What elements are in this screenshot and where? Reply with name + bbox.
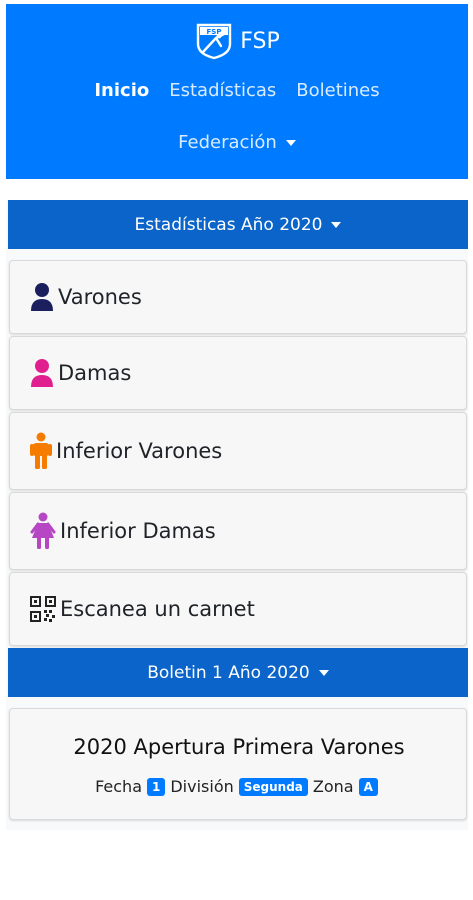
division-label: División bbox=[170, 777, 234, 796]
caret-down-icon bbox=[318, 669, 329, 676]
nav-link-boletines[interactable]: Boletines bbox=[296, 80, 379, 101]
fecha-badge: 1 bbox=[147, 777, 166, 796]
list-item-varones[interactable]: Varones bbox=[9, 260, 467, 334]
boletin-dropdown-label: Boletin 1 Año 2020 bbox=[147, 662, 310, 683]
nav-link-inicio[interactable]: Inicio bbox=[94, 80, 149, 101]
navbar-spacer bbox=[6, 179, 468, 200]
nav-links: Inicio Estadísticas Boletines bbox=[6, 80, 468, 101]
brand-name: FSP bbox=[240, 28, 280, 54]
navbar: FSP FSP Inicio Estadísticas Boletines Fe… bbox=[6, 4, 468, 179]
navbar-brand[interactable]: FSP FSP bbox=[6, 22, 468, 60]
caret-down-icon bbox=[331, 221, 342, 228]
boletin-card[interactable]: 2020 Apertura Primera Varones Fecha 1 Di… bbox=[9, 708, 467, 820]
list-item-damas[interactable]: Damas bbox=[9, 336, 467, 410]
list-item-inferior-varones[interactable]: Inferior Varones bbox=[9, 412, 467, 490]
list-item-label: Inferior Varones bbox=[56, 439, 223, 463]
zona-badge: A bbox=[358, 777, 378, 796]
page: FSP FSP Inicio Estadísticas Boletines Fe… bbox=[6, 4, 468, 830]
list-item-label: Inferior Damas bbox=[60, 519, 216, 543]
qr-code-icon bbox=[30, 596, 56, 622]
female-figure-icon bbox=[30, 512, 56, 550]
card-title: 2020 Apertura Primera Varones bbox=[73, 735, 405, 759]
fsp-logo-icon: FSP bbox=[197, 23, 232, 60]
male-user-icon bbox=[30, 282, 54, 312]
list-item-label: Escanea un carnet bbox=[60, 597, 255, 621]
nav-link-estadisticas[interactable]: Estadísticas bbox=[169, 80, 276, 101]
nav-dropdown-federacion[interactable]: Federación bbox=[6, 132, 468, 153]
nav-dropdown-label: Federación bbox=[178, 132, 277, 153]
male-figure-icon bbox=[30, 432, 52, 470]
stats-dropdown-label: Estadísticas Año 2020 bbox=[134, 214, 323, 235]
list-item-escanea-carnet[interactable]: Escanea un carnet bbox=[9, 572, 467, 646]
card-meta: Fecha 1 División Segunda Zona A bbox=[10, 777, 468, 796]
fecha-label: Fecha bbox=[95, 777, 142, 796]
list-item-inferior-damas[interactable]: Inferior Damas bbox=[9, 492, 467, 570]
division-badge: Segunda bbox=[238, 777, 308, 796]
list-item-label: Varones bbox=[58, 285, 142, 309]
female-user-icon bbox=[30, 358, 54, 388]
caret-down-icon bbox=[285, 139, 296, 146]
boletin-dropdown-toggle[interactable]: Boletin 1 Año 2020 bbox=[8, 648, 468, 697]
list-item-label: Damas bbox=[58, 361, 132, 385]
stats-dropdown-toggle[interactable]: Estadísticas Año 2020 bbox=[8, 200, 468, 249]
zona-label: Zona bbox=[312, 777, 354, 796]
